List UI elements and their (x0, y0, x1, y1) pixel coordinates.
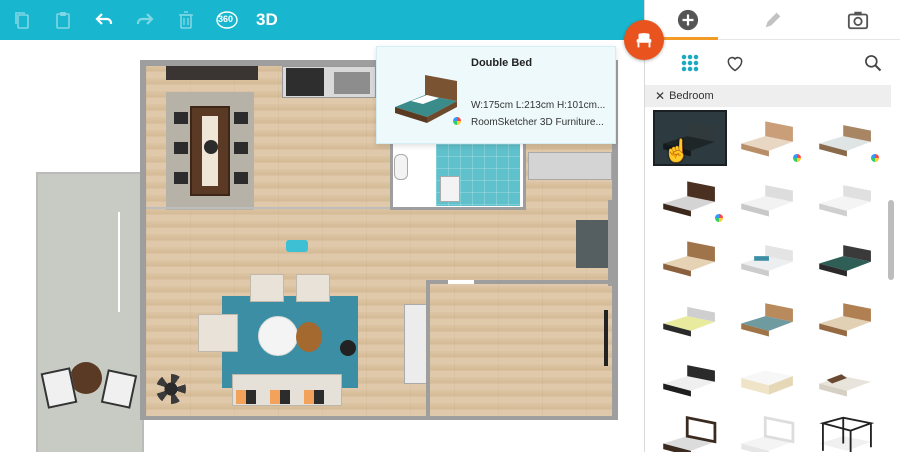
bedroom-door (448, 280, 474, 284)
tv-cabinet (576, 220, 608, 268)
undo-icon[interactable] (92, 8, 116, 32)
color-options-icon (715, 214, 723, 222)
tooltip-brand: RoomSketcher 3D Furniture... (471, 117, 604, 128)
panel-tabs (645, 0, 900, 40)
interior-wall-horizontal (146, 207, 426, 209)
furniture-item-bed[interactable] (733, 412, 803, 452)
plus-circle-icon (677, 9, 698, 30)
color-options-icon (871, 154, 879, 162)
furniture-item-bed[interactable] (811, 232, 881, 284)
filter-label: Bedroom (669, 90, 714, 102)
bedroom-wall-left (426, 280, 430, 416)
search-icon[interactable] (863, 53, 883, 73)
bedroom-window (604, 310, 608, 366)
furniture-panel: ✕ Bedroom ☝ (644, 0, 900, 452)
furniture-item-bed[interactable] (733, 352, 803, 404)
furniture-item-bed[interactable] (811, 112, 881, 164)
grid-view-icon[interactable] (681, 54, 699, 72)
panel-scrollbar[interactable] (888, 200, 894, 280)
item-tooltip: Double Bed W:175cm L:213cm H:101cm... Ro… (376, 46, 616, 144)
redo-icon[interactable] (133, 8, 157, 32)
roomsketcher-app: 360 3D Double Bed W:175cm L:213cm H:101c… (0, 0, 900, 452)
view-3d-button[interactable]: 3D (256, 8, 278, 32)
tooltip-title: Double Bed (471, 57, 533, 69)
furniture-item-bed[interactable] (811, 172, 881, 224)
toilet (394, 154, 408, 180)
plant-on-table (204, 140, 218, 154)
coffee-table[interactable] (258, 316, 298, 356)
furniture-item-bed[interactable] (655, 172, 725, 224)
furniture-grid: ☝ (653, 110, 885, 452)
furniture-item-bed[interactable] (655, 412, 725, 452)
kitchen-stove (286, 68, 324, 96)
dining-chairs-right (234, 112, 248, 190)
right-wall-segment (608, 200, 614, 286)
furniture-item-bed[interactable] (733, 112, 803, 164)
top-toolbar: 360 3D (0, 0, 644, 40)
hand-cursor-icon: ☝ (663, 138, 691, 163)
pet-bed (286, 240, 308, 252)
room-divider (404, 304, 428, 384)
furniture-item-bed[interactable] (655, 352, 725, 404)
tooltip-dimensions: W:175cm L:213cm H:101cm... (471, 100, 606, 111)
heart-icon[interactable] (725, 53, 745, 73)
furniture-item-bed[interactable] (811, 352, 881, 404)
chair-icon (636, 33, 652, 48)
color-options-icon (453, 117, 461, 125)
furniture-item-double-bed[interactable]: ☝ (653, 110, 727, 166)
pouf (296, 322, 322, 352)
tab-camera[interactable] (816, 0, 900, 39)
furniture-item-bed[interactable] (733, 232, 803, 284)
furniture-item-bed[interactable] (811, 292, 881, 344)
category-filter[interactable]: ✕ Bedroom (645, 85, 891, 107)
side-chair (198, 314, 238, 352)
armchair-left (250, 274, 284, 302)
view-360-label: 360 (218, 14, 234, 24)
camera-icon (848, 11, 869, 29)
dining-chairs-left (174, 112, 188, 190)
sideboard (166, 66, 258, 80)
bath-sink (440, 176, 460, 202)
kitchen-sink (334, 72, 370, 94)
panel-subbar (645, 44, 900, 82)
color-options-icon (793, 154, 801, 162)
lamp (340, 340, 356, 356)
tooltip-thumbnail (387, 67, 463, 127)
kitchen-island (528, 152, 612, 180)
sofa-cushions (236, 390, 338, 404)
paste-icon[interactable] (51, 8, 75, 32)
furniture-item-bed[interactable] (655, 232, 725, 284)
tab-edit[interactable] (730, 0, 815, 39)
close-icon[interactable]: ✕ (655, 89, 665, 103)
pencil-icon (765, 12, 781, 27)
armchair-right (296, 274, 330, 302)
furniture-item-bed[interactable] (811, 412, 881, 452)
furniture-item-bed[interactable] (733, 292, 803, 344)
copy-icon[interactable] (10, 8, 34, 32)
trash-icon[interactable] (174, 8, 198, 32)
view-360-button[interactable]: 360 (215, 8, 239, 32)
furniture-fab-button[interactable] (624, 20, 664, 60)
furniture-item-bed[interactable] (655, 292, 725, 344)
potted-plant (156, 374, 186, 404)
furniture-item-bed[interactable] (733, 172, 803, 224)
